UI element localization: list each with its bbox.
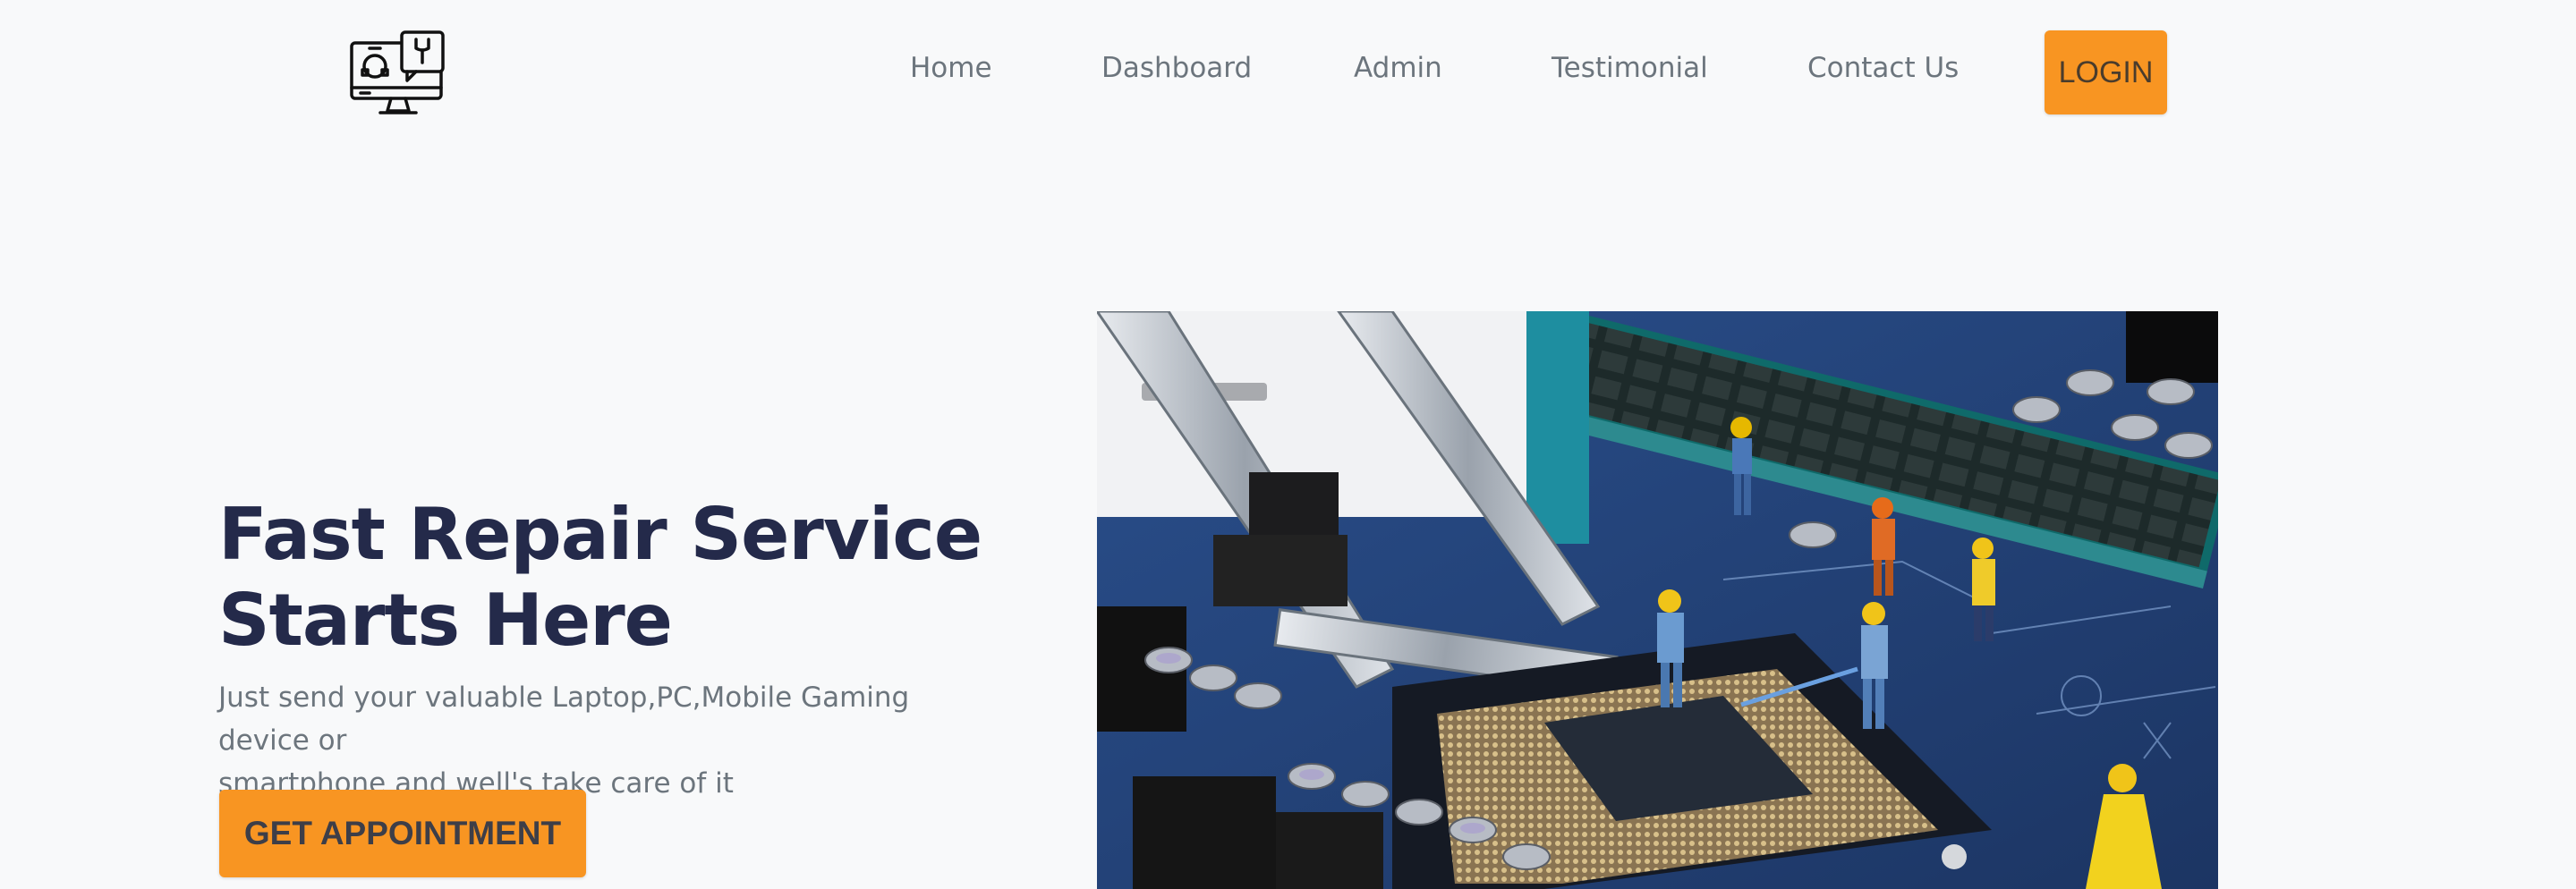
hero-subtitle-line1: Just send your valuable Laptop,PC,Mobile…	[218, 682, 910, 757]
main-navigation: Home Dashboard Admin Testimonial Contact…	[0, 48, 2576, 88]
nav-dashboard[interactable]: Dashboard	[1101, 48, 1252, 88]
hero-title: Fast Repair Service Starts Here	[218, 492, 1024, 664]
hero-title-line1: Fast Repair Service	[218, 493, 982, 576]
hero-subtitle: Just send your valuable Laptop,PC,Mobile…	[218, 676, 1006, 805]
hero-title-line2: Starts Here	[218, 579, 673, 662]
nav-testimonial[interactable]: Testimonial	[1552, 48, 1708, 88]
nav-contact-us[interactable]: Contact Us	[1807, 48, 1959, 88]
get-appointment-button[interactable]: GET APPOINTMENT	[219, 790, 586, 877]
login-button[interactable]: LOGIN	[2045, 30, 2167, 114]
motherboard-repair-image	[1097, 311, 2218, 889]
nav-home[interactable]: Home	[910, 48, 992, 88]
nav-admin[interactable]: Admin	[1354, 48, 1442, 88]
